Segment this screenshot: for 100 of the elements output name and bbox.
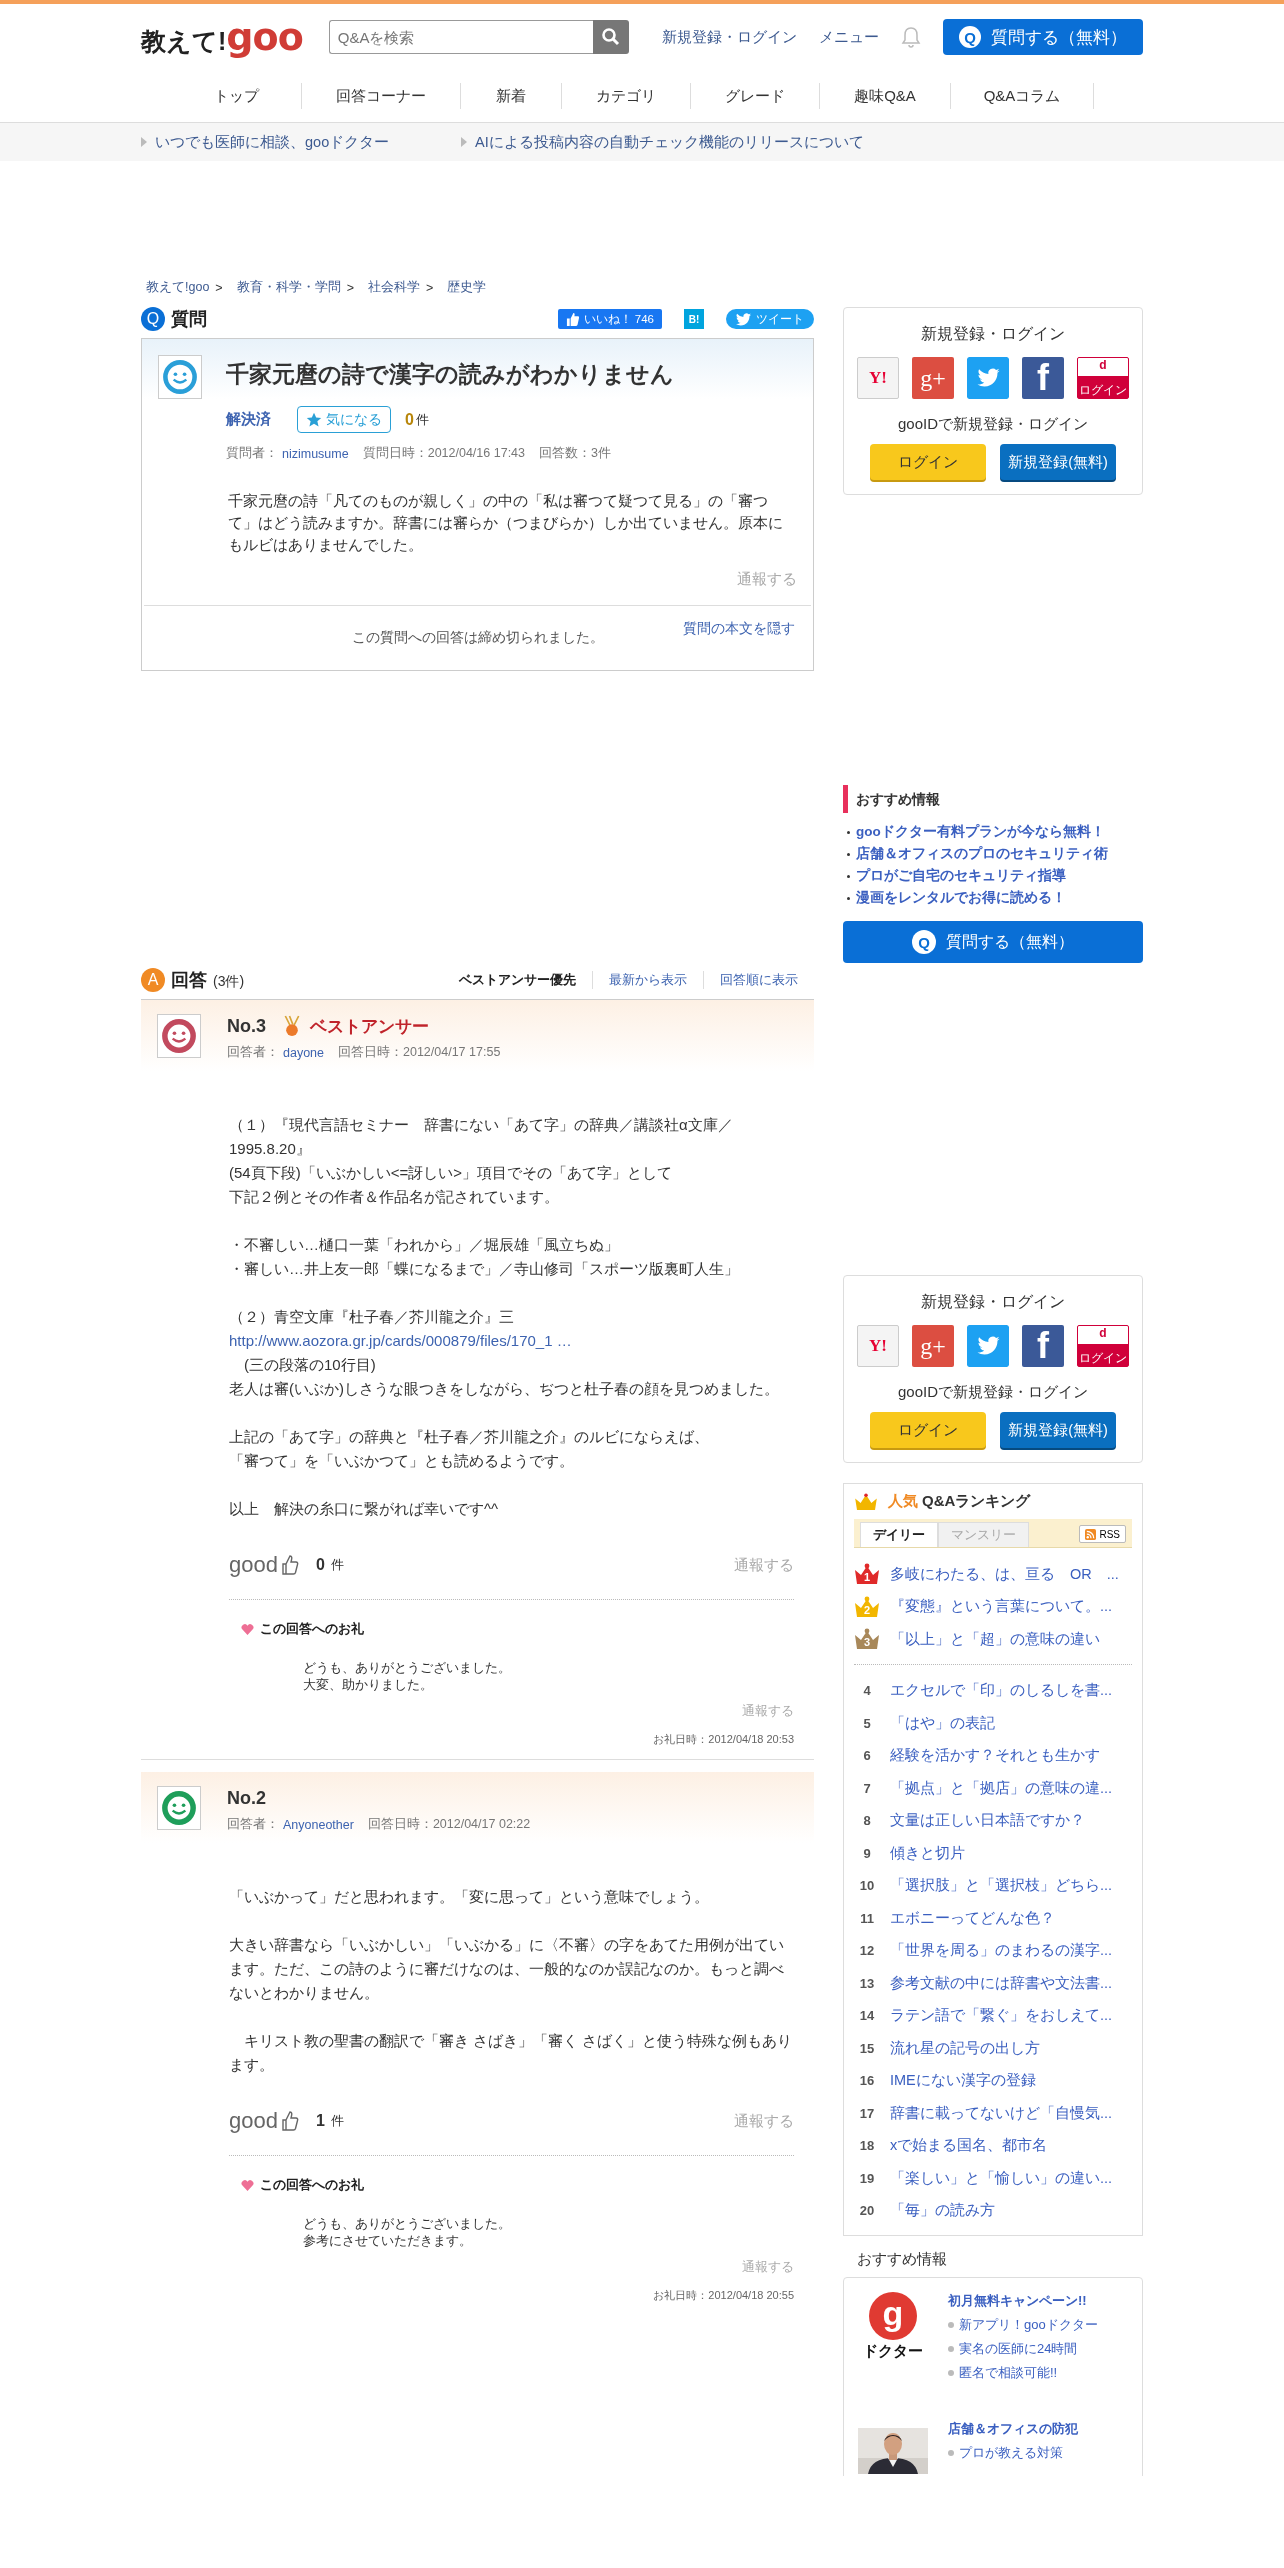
ranking-link[interactable]: エクセルで「印」のしるしを書... — [890, 1681, 1113, 1701]
nav-tab[interactable]: 回答コーナー — [302, 83, 461, 109]
promo-link[interactable]: プロがご自宅のセキュリティ指導 — [856, 867, 1066, 885]
answer-text: 大きい辞書なら「いぶかしい」「いぶかる」に〈不審〉の字をあてた用例が出ています。ただ、この詩のように審だけなのは、一般的なのか誤記なのか。もっと調べないとわかりません。 — [229, 1935, 785, 2003]
ranking-link[interactable]: 「世界を周る」のまわるの漢字... — [890, 1941, 1113, 1961]
featured-title-link[interactable]: 初月無料キャンペーン!! — [948, 2292, 1098, 2310]
notification-bell-icon[interactable] — [901, 26, 921, 48]
answerer-link[interactable]: dayone — [283, 1045, 324, 1060]
search-field[interactable]: Q&Aを検索 — [328, 20, 593, 54]
docomo-login-button[interactable]: d ログイン — [1077, 357, 1129, 399]
asker-link[interactable]: nizimusume — [282, 446, 349, 461]
ranking-link[interactable]: 「選択肢」と「選択枝」どちら... — [890, 1876, 1113, 1896]
ranking-link[interactable]: ラテン語で「繋ぐ」をおしえて... — [890, 2006, 1113, 2026]
ranking-link[interactable]: 辞書に載ってないけど「自慢気... — [890, 2103, 1113, 2123]
site-logo[interactable]: 教えて!goo — [141, 15, 303, 59]
ranking-link[interactable]: 参考文献の中には辞書や文法書... — [890, 1973, 1113, 1993]
rank-number: 11 — [859, 1910, 875, 1926]
register-button[interactable]: 新規登録(無料) — [1000, 1412, 1116, 1448]
docomo-login-button[interactable]: d ログイン — [1077, 1325, 1129, 1367]
answer-text: 以上 解決の糸口に繋がれば幸いです^^ — [229, 1499, 500, 1519]
featured-link[interactable]: プロが教える対策 — [959, 2444, 1063, 2462]
login-button[interactable]: ログイン — [870, 1412, 986, 1448]
answerer-label: 回答者： — [227, 1816, 279, 1833]
nav-tab[interactable]: カテゴリ — [562, 83, 691, 109]
promo-link[interactable]: 店舗＆オフィスのプロのセキュリティ術 — [856, 845, 1108, 863]
breadcrumb-separator: > — [425, 280, 434, 295]
answerer-label: 回答者： — [227, 1044, 279, 1061]
answerer-link[interactable]: Anyoneother — [283, 1817, 354, 1832]
register-button[interactable]: 新規登録(無料) — [1000, 444, 1116, 480]
google-login-button[interactable]: g+ — [912, 357, 954, 399]
ranking-link[interactable]: 『変態』という言葉について。... — [890, 1597, 1113, 1617]
featured-title-link[interactable]: 店舗＆オフィスの防犯 — [948, 2420, 1078, 2438]
nav-tab[interactable]: Q&Aコラム — [951, 83, 1094, 109]
header-link[interactable]: メニュー — [819, 27, 879, 47]
thanks-date: お礼日時：2012/04/18 20:53 — [653, 1732, 794, 1747]
login-button[interactable]: ログイン — [870, 444, 986, 480]
featured-link[interactable]: 匿名で相談可能!! — [959, 2364, 1058, 2382]
ranking-link[interactable]: 「はや」の表記 — [890, 1713, 995, 1733]
google-login-button[interactable]: g+ — [912, 1325, 954, 1367]
ranking-link[interactable]: 「毎」の読み方 — [890, 2201, 995, 2221]
like-button[interactable]: いいね！ 746 — [557, 309, 662, 329]
medal-icon — [282, 1014, 302, 1038]
rss-icon — [1085, 1528, 1097, 1540]
thumbs-up-icon — [565, 312, 579, 326]
breadcrumb-link[interactable]: 歴史学 — [447, 279, 487, 296]
promo-link[interactable]: 漫画をレンタルでお得に読める！ — [856, 889, 1066, 907]
twitter-login-button[interactable] — [967, 357, 1009, 399]
notice-link[interactable]: いつでも医師に相談、gooドクター — [141, 132, 461, 152]
ranking-link[interactable]: IMEにない漢字の登録 — [890, 2071, 1036, 2091]
promo-link[interactable]: gooドクター有料プランが今なら無料！ — [856, 823, 1105, 841]
ranking-link[interactable]: 経験を活かす？それとも生かす — [890, 1746, 1100, 1766]
ask-question-button[interactable]: Q 質問する（無料） — [943, 19, 1143, 55]
notice-link[interactable]: AIによる投稿内容の自動チェック機能のリリースについて — [461, 132, 864, 152]
breadcrumb-link[interactable]: 教えて!goo — [146, 279, 210, 296]
rank-number: 20 — [858, 2203, 876, 2219]
facebook-login-button[interactable]: f — [1022, 357, 1064, 399]
sort-tab[interactable]: ベストアンサー優先 — [443, 971, 592, 989]
facebook-login-button[interactable]: f — [1022, 1325, 1064, 1367]
featured-link[interactable]: 実名の医師に24時間 — [959, 2340, 1078, 2358]
good-button[interactable]: good — [229, 1552, 300, 1578]
promo-heading: おすすめ情報 — [843, 785, 1143, 813]
gooid-login-label: gooIDで新規登録・ログイン — [898, 1383, 1088, 1402]
yahoo-login-button[interactable]: Y! — [857, 357, 899, 399]
header-link[interactable]: 新規登録・ログイン — [662, 27, 797, 47]
ranking-link[interactable]: 傾きと切片 — [890, 1843, 965, 1863]
rss-button[interactable]: RSS — [1079, 1525, 1126, 1543]
good-button[interactable]: good — [229, 2108, 300, 2134]
ask-question-button[interactable]: Q 質問する（無料） — [843, 921, 1143, 963]
breadcrumb-link[interactable]: 教育・科学・学問 — [236, 279, 341, 296]
answer-number: No.2 — [227, 1787, 266, 1809]
ranking-link[interactable]: 文量は正しい日本語ですか？ — [890, 1811, 1085, 1831]
yahoo-login-button[interactable]: Y! — [857, 1325, 899, 1367]
nav-tab[interactable]: 新着 — [461, 83, 562, 109]
login-title: 新規登録・ログイン — [921, 324, 1065, 344]
nav-tab[interactable]: グレード — [691, 83, 820, 109]
ranking-tab[interactable]: デイリー — [860, 1522, 938, 1547]
rank-number: 4 — [862, 1683, 872, 1699]
answer-text: (54頁下段)「いぶかしい<=訝しい>」項目でその「あて字」として — [229, 1163, 673, 1183]
featured-heading: おすすめ情報 — [857, 2250, 948, 2269]
thanks-text: どうも、ありがとうございました。 — [303, 2216, 512, 2233]
breadcrumb-link[interactable]: 社会科学 — [367, 279, 420, 296]
url-link[interactable]: http://www.aozora.gr.jp/cards/000879/files/170_1 … — [229, 1329, 798, 1353]
featured-link[interactable]: 新アプリ！gooドクター — [959, 2316, 1098, 2334]
hide-question-link[interactable]: 質問の本文を隠す — [683, 620, 795, 638]
ranking-link[interactable]: 「拠点」と「拠店」の意味の違... — [890, 1778, 1113, 1798]
ranking-link[interactable]: 「以上」と「超」の意味の違い — [890, 1629, 1100, 1649]
ranking-link[interactable]: 流れ星の記号の出し方 — [890, 2038, 1040, 2058]
search-button[interactable] — [592, 20, 629, 54]
sort-tab[interactable]: 最新から表示 — [592, 971, 703, 989]
nav-tab[interactable]: 趣味Q&A — [820, 83, 951, 109]
question-date: 質問日時：2012/04/16 17:43 — [362, 445, 525, 462]
ranking-link[interactable]: 「楽しい」と「愉しい」の違い... — [890, 2168, 1113, 2188]
twitter-login-button[interactable] — [967, 1325, 1009, 1367]
ranking-link[interactable]: 多岐にわたる、は、亘る OR ... — [890, 1564, 1119, 1584]
breadcrumb-separator: > — [346, 280, 354, 295]
ranking-link[interactable]: xで始まる国名、都市名 — [890, 2136, 1048, 2156]
nav-tab[interactable]: トップ — [171, 83, 302, 109]
ranking-link[interactable]: エボニーってどんな色？ — [890, 1908, 1055, 1928]
sort-tab[interactable]: 回答順に表示 — [703, 971, 814, 989]
login-title: 新規登録・ログイン — [921, 1292, 1065, 1312]
